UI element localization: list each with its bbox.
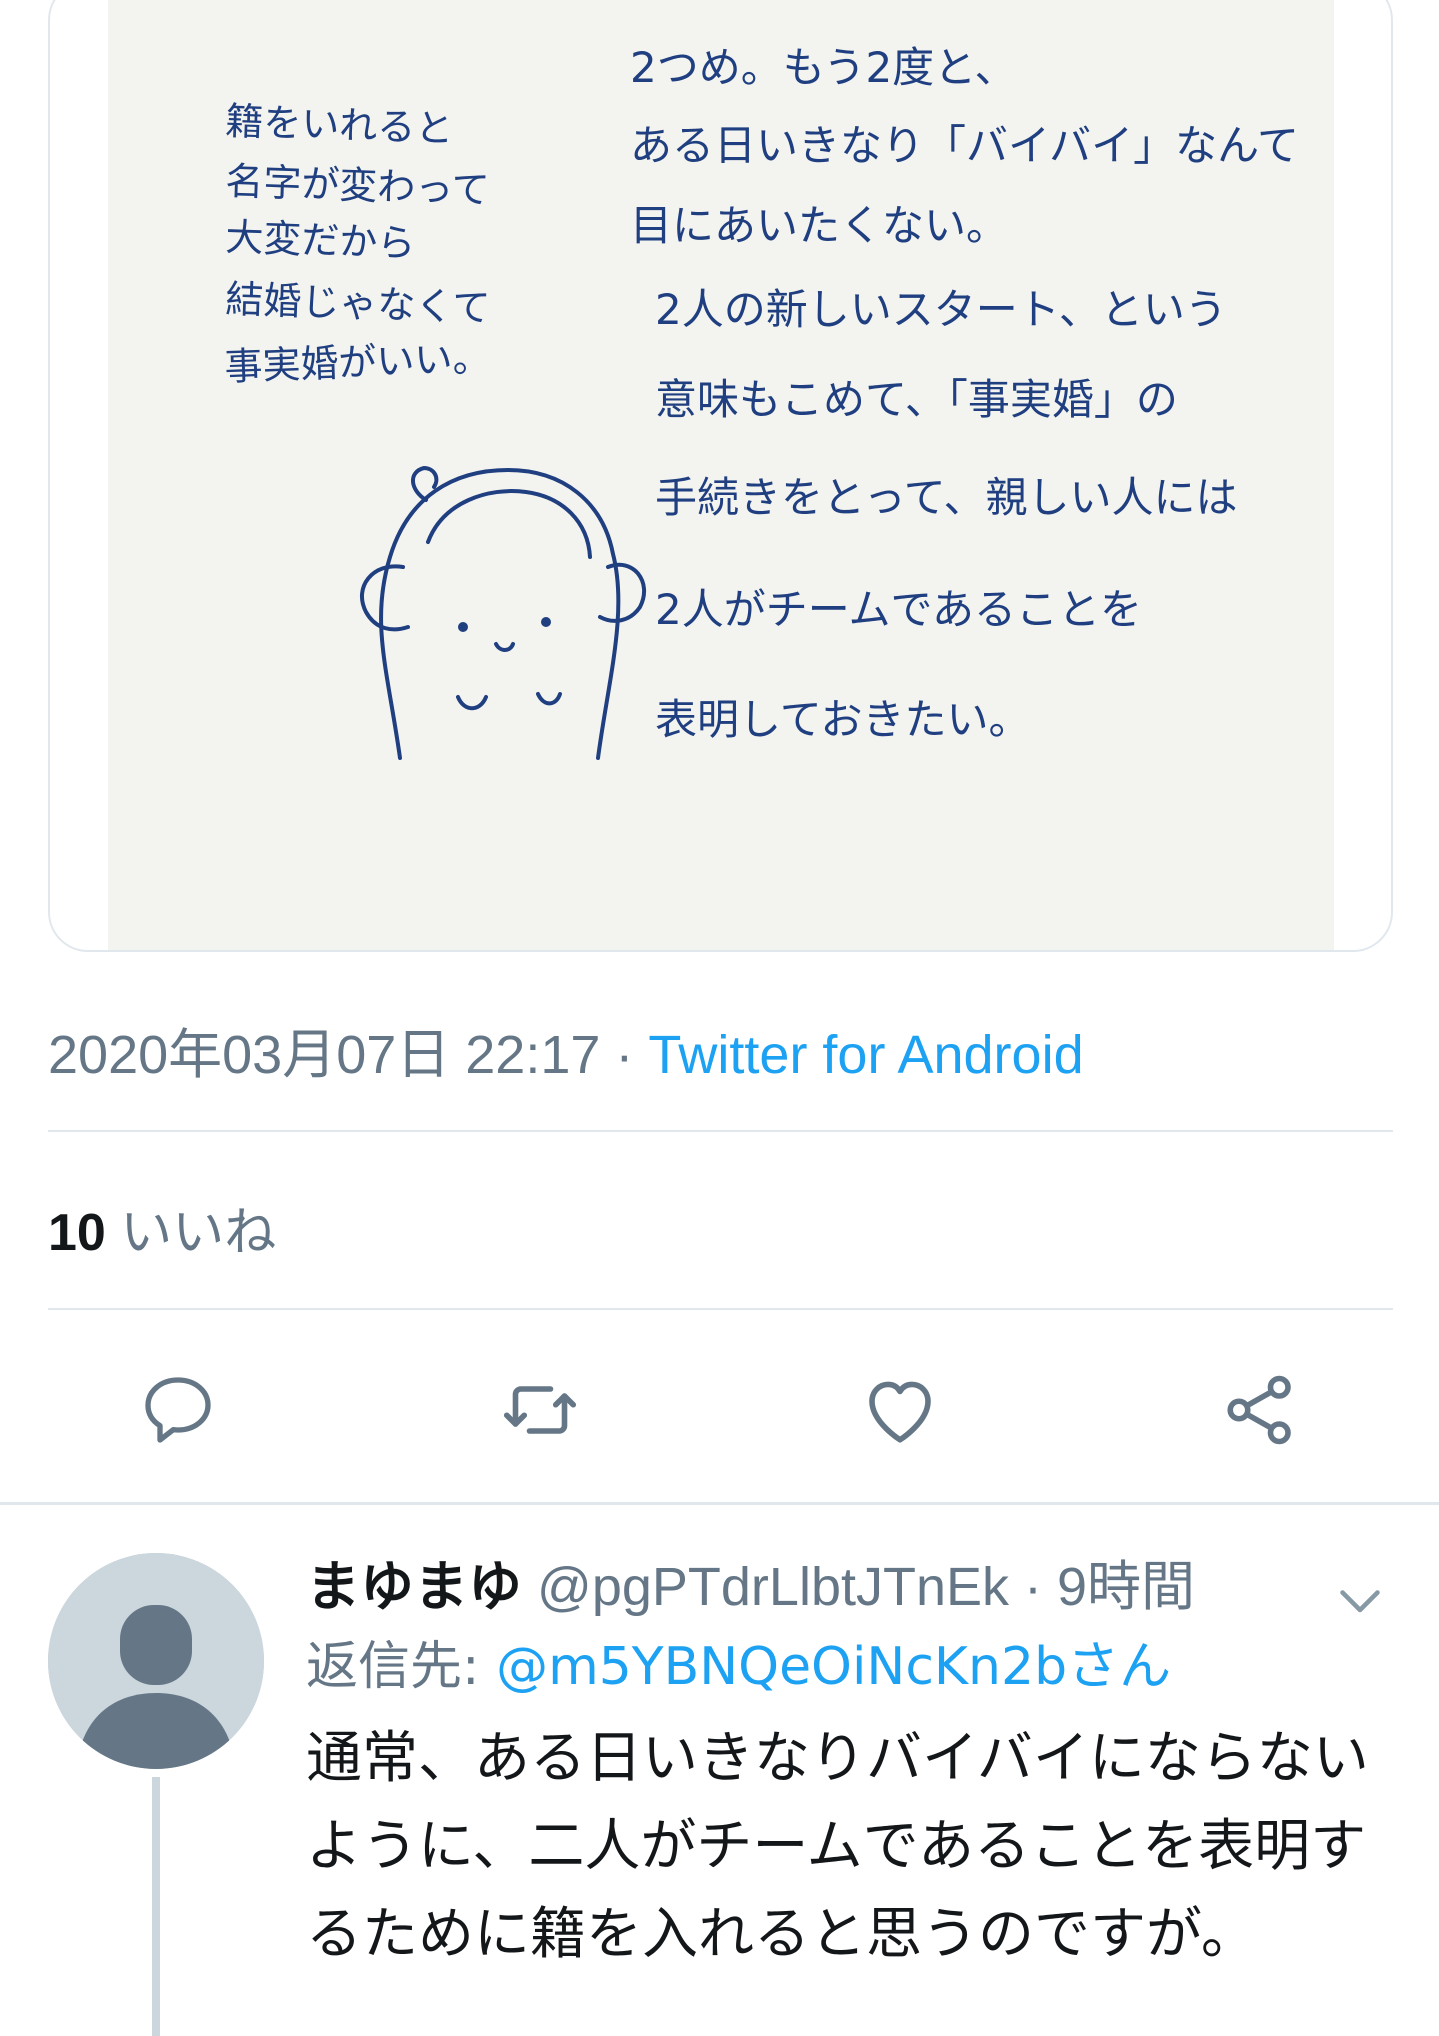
left-line-2: 名字が変わって xyxy=(225,159,490,212)
right-line-2: ある日いきなり「バイバイ」なんて xyxy=(630,121,1299,170)
replying-to-link[interactable]: @m5YBNQeOiNcKn2bさん xyxy=(496,1637,1171,1697)
heart-icon xyxy=(869,1381,931,1443)
meta-separator: · xyxy=(600,1025,649,1085)
tweet-timestamp[interactable]: 2020年03月07日 22:17 xyxy=(48,1025,600,1085)
tweet-media-card[interactable]: 籍をいれると 名字が変わって 大変だから 結婚じゃなくて 事実婚がいい。 2つめ… xyxy=(48,0,1393,952)
left-line-4: 結婚じゃなくて xyxy=(225,277,491,330)
left-line-5: 事実婚がいい。 xyxy=(224,336,491,389)
replying-to-label: 返信先: xyxy=(306,1637,497,1697)
left-line-3: 大変だから xyxy=(225,215,416,266)
retweet-icon xyxy=(503,1386,577,1434)
reply-time[interactable]: 9時間 xyxy=(1057,1557,1195,1617)
divider xyxy=(48,1130,1393,1132)
left-handwritten-text: 籍をいれると 名字が変わって 大変だから 結婚じゃなくて 事実婚がいい。 xyxy=(224,99,491,389)
reply-header: まゆまゆ @pgPTdrLlbtJTnEk · 9時間 xyxy=(306,1547,1195,1627)
right-line-5: 意味もこめて、「事実婚」の xyxy=(655,375,1178,424)
share-icon xyxy=(1227,1375,1291,1445)
reply-icon xyxy=(145,1377,211,1443)
monkey-illustration xyxy=(359,465,647,760)
thread-line xyxy=(152,1777,160,2036)
header-separator: · xyxy=(1009,1557,1058,1617)
right-line-3: 目にあいたくない。 xyxy=(630,201,1008,250)
like-button[interactable] xyxy=(850,1360,950,1460)
reply-text: 通常、ある日いきなりバイバイにならないように、二人がチームであることを表明するた… xyxy=(306,1726,1369,1967)
likes-row[interactable]: 10 いいね xyxy=(48,1190,276,1265)
tweet-source-link[interactable]: Twitter for Android xyxy=(648,1025,1083,1085)
replying-to: 返信先: @m5YBNQeOiNcKn2bさん xyxy=(306,1629,1171,1705)
illustration-canvas: 籍をいれると 名字が変わって 大変だから 結婚じゃなくて 事実婚がいい。 2つめ… xyxy=(224,43,1299,760)
reply-tweet[interactable]: まゆまゆ @pgPTdrLlbtJTnEk · 9時間 返信先: @m5YBNQ… xyxy=(0,1505,1439,2036)
default-avatar-icon xyxy=(48,1553,264,1769)
tweet-image[interactable]: 籍をいれると 名字が変わって 大変だから 結婚じゃなくて 事実婚がいい。 2つめ… xyxy=(108,0,1334,950)
right-handwritten-text: 2つめ。もう2度と、 ある日いきなり「バイバイ」なんて 目にあいたくない。 2人… xyxy=(630,43,1299,744)
tweet-meta: 2020年03月07日 22:17 · Twitter for Android xyxy=(48,1010,1084,1089)
right-line-8: 表明しておきたい。 xyxy=(655,695,1030,744)
reply-author-handle[interactable]: @pgPTdrLlbtJTnEk xyxy=(537,1557,1009,1617)
more-options-button[interactable] xyxy=(1330,1575,1390,1625)
reply-author-name[interactable]: まゆまゆ xyxy=(306,1557,522,1617)
right-line-4: 2人の新しいスタート、という xyxy=(655,285,1227,334)
tweet-action-bar xyxy=(0,1360,1439,1460)
likes-label: いいね xyxy=(105,1204,277,1262)
right-line-6: 手続きをとって、親しい人には xyxy=(655,473,1238,522)
chevron-down-icon xyxy=(1340,1590,1380,1613)
retweet-button[interactable] xyxy=(490,1360,590,1460)
reply-button[interactable] xyxy=(128,1360,228,1460)
right-line-7: 2人がチームであることを xyxy=(655,585,1142,634)
share-button[interactable] xyxy=(1210,1360,1310,1460)
likes-count: 10 xyxy=(48,1204,106,1262)
right-line-1: 2つめ。もう2度と、 xyxy=(630,43,1017,92)
left-line-1: 籍をいれると xyxy=(225,99,454,151)
divider xyxy=(48,1308,1393,1310)
avatar[interactable] xyxy=(48,1553,264,1769)
